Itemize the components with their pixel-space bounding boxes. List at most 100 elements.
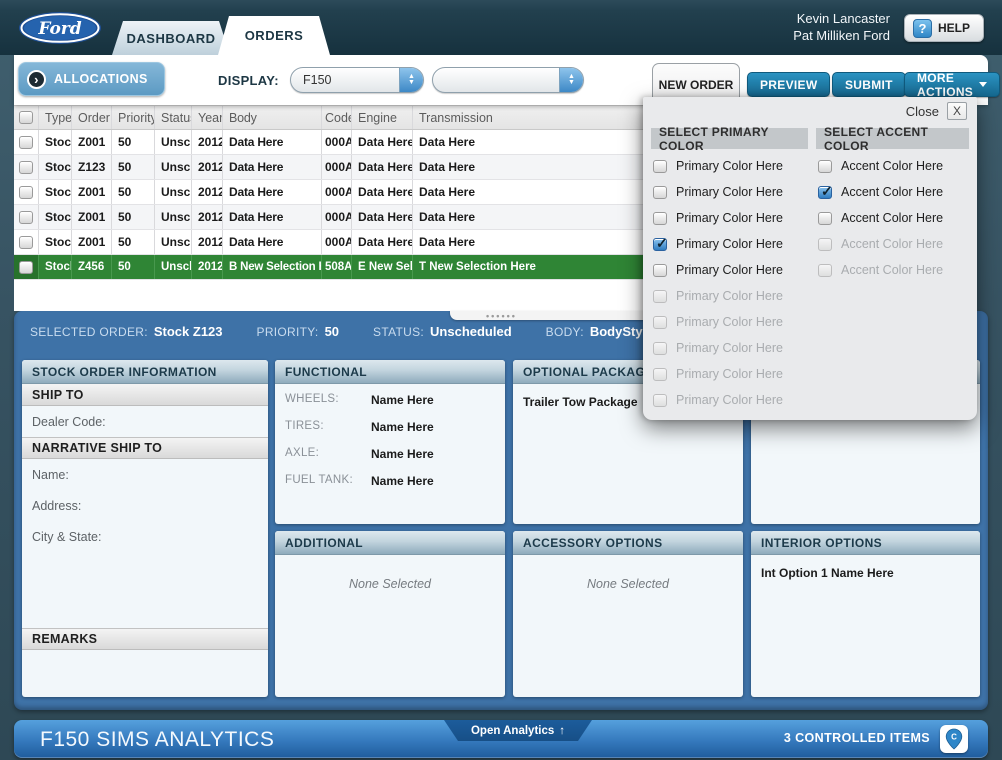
cell-transmission: Data Here (412, 130, 638, 154)
color-option[interactable]: Primary Color Here (653, 361, 809, 387)
table-row[interactable]: Stock Z001 50 Unsch 2012 Data Here 000A … (14, 230, 658, 255)
color-option[interactable]: Primary Color Here (653, 309, 809, 335)
table-row[interactable]: Stock Z001 50 Unsch 2012 Data Here 000A … (14, 205, 658, 230)
checkbox[interactable] (653, 238, 667, 251)
user-info: Kevin Lancaster Pat Milliken Ford (793, 10, 890, 44)
checkbox[interactable] (653, 186, 667, 199)
table-header: Type Order Priority Status Year Body Cod… (14, 105, 658, 130)
spec-row: TIRES: Name Here (275, 411, 505, 438)
user-name: Kevin Lancaster (793, 10, 890, 27)
field-label-dealer-code: Dealer Code: (22, 406, 268, 437)
column-header-year[interactable]: Year (191, 106, 222, 129)
allocations-label: ALLOCATIONS (54, 72, 148, 86)
checkbox[interactable] (818, 264, 832, 277)
spec-value: Name Here (371, 420, 434, 434)
color-option[interactable]: Primary Color Here (653, 231, 809, 257)
map-pin-icon[interactable]: C (940, 725, 968, 753)
column-header-transmission[interactable]: Transmission (412, 106, 638, 129)
checkbox[interactable] (818, 212, 832, 225)
cell-priority: 50 (111, 255, 154, 279)
color-option[interactable]: Primary Color Here (653, 283, 809, 309)
select-all-checkbox[interactable] (19, 111, 33, 124)
color-option-label: Accent Color Here (841, 185, 943, 199)
color-option[interactable]: Accent Color Here (818, 257, 970, 283)
open-analytics-label: Open Analytics (471, 725, 554, 737)
help-button[interactable]: ? HELP (904, 14, 984, 42)
tab-dashboard[interactable]: DASHBOARD (112, 21, 230, 55)
row-checkbox[interactable] (19, 136, 33, 149)
column-header-status[interactable]: Status (154, 106, 191, 129)
row-checkbox[interactable] (19, 261, 33, 274)
color-option-label: Primary Color Here (676, 341, 783, 355)
row-checkbox-cell (14, 255, 38, 279)
color-option[interactable]: Accent Color Here (818, 153, 970, 179)
row-checkbox-cell (14, 230, 38, 254)
color-option[interactable]: Primary Color Here (653, 257, 809, 283)
submit-button[interactable]: SUBMIT (832, 72, 906, 97)
column-header-type[interactable]: Type (38, 106, 71, 129)
spec-label: FUEL TANK: (285, 474, 371, 488)
preview-label: PREVIEW (760, 78, 817, 92)
cell-year: 2012 (191, 155, 222, 179)
color-option[interactable]: Accent Color Here (818, 179, 970, 205)
splitter-handle[interactable]: •••••• (450, 311, 658, 320)
checkbox[interactable] (653, 394, 667, 407)
checkbox[interactable] (653, 368, 667, 381)
section-bar-remarks: REMARKS (22, 628, 268, 650)
cell-engine: Data Here (351, 180, 412, 204)
panel-title: STOCK ORDER INFORMATION (22, 360, 268, 384)
color-option[interactable]: Primary Color Here (653, 205, 809, 231)
cell-status: Unsch (154, 230, 191, 254)
table-row[interactable]: Stock Z001 50 Unsch 2012 Data Here 000A … (14, 130, 658, 155)
checkbox[interactable] (653, 290, 667, 303)
column-header-order[interactable]: Order (71, 106, 111, 129)
more-actions-button[interactable]: MORE ACTIONS (904, 72, 1000, 97)
allocations-button[interactable]: › ALLOCATIONS (18, 62, 165, 96)
column-header-priority[interactable]: Priority (111, 106, 154, 129)
color-option[interactable]: Primary Color Here (653, 179, 809, 205)
cell-status: Unsch (154, 255, 191, 279)
checkbox[interactable] (818, 186, 832, 199)
cell-type: Stock (38, 130, 71, 154)
model-select-value: F150 (291, 73, 399, 87)
preview-button[interactable]: PREVIEW (747, 72, 830, 97)
row-checkbox[interactable] (19, 236, 33, 249)
secondary-select[interactable]: ▲▼ (432, 67, 584, 93)
cell-body: B New Selection Here (222, 255, 321, 279)
row-checkbox[interactable] (19, 161, 33, 174)
column-header-body[interactable]: Body (222, 106, 321, 129)
checkbox[interactable] (653, 212, 667, 225)
checkbox[interactable] (653, 342, 667, 355)
cell-code: 000A (321, 230, 351, 254)
cell-transmission: T New Selection Here (412, 255, 638, 279)
color-option[interactable]: Primary Color Here (653, 153, 809, 179)
svg-text:Ford: Ford (37, 19, 81, 39)
open-analytics-tab[interactable]: Open Analytics ↑ (444, 720, 592, 741)
color-option[interactable]: Accent Color Here (818, 231, 970, 257)
checkbox[interactable] (653, 264, 667, 277)
header-checkbox-cell (14, 106, 38, 129)
color-option[interactable]: Accent Color Here (818, 205, 970, 231)
color-option-label: Primary Color Here (676, 211, 783, 225)
row-checkbox[interactable] (19, 186, 33, 199)
cell-priority: 50 (111, 130, 154, 154)
checkbox[interactable] (653, 316, 667, 329)
spec-label: AXLE: (285, 447, 371, 461)
table-row[interactable]: Stock Z123 50 Unsch 2012 Data Here 000A … (14, 155, 658, 180)
column-header-code[interactable]: Code (321, 106, 351, 129)
table-row[interactable]: Stock Z001 50 Unsch 2012 Data Here 000A … (14, 180, 658, 205)
cell-priority: 50 (111, 180, 154, 204)
checkbox[interactable] (653, 160, 667, 173)
color-option[interactable]: Primary Color Here (653, 335, 809, 361)
close-button[interactable]: X (947, 102, 967, 120)
tab-orders[interactable]: ORDERS (218, 16, 330, 55)
row-checkbox[interactable] (19, 211, 33, 224)
model-select[interactable]: F150 ▲▼ (290, 67, 424, 93)
cell-transmission: Data Here (412, 155, 638, 179)
spec-list: WHEELS: Name Here TIRES: Name Here AXLE:… (275, 384, 505, 492)
table-row[interactable]: Stock Z456 50 Unsch 2012 B New Selection… (14, 255, 658, 280)
checkbox[interactable] (818, 238, 832, 251)
checkbox[interactable] (818, 160, 832, 173)
column-header-engine[interactable]: Engine (351, 106, 412, 129)
color-option[interactable]: Primary Color Here (653, 387, 809, 413)
